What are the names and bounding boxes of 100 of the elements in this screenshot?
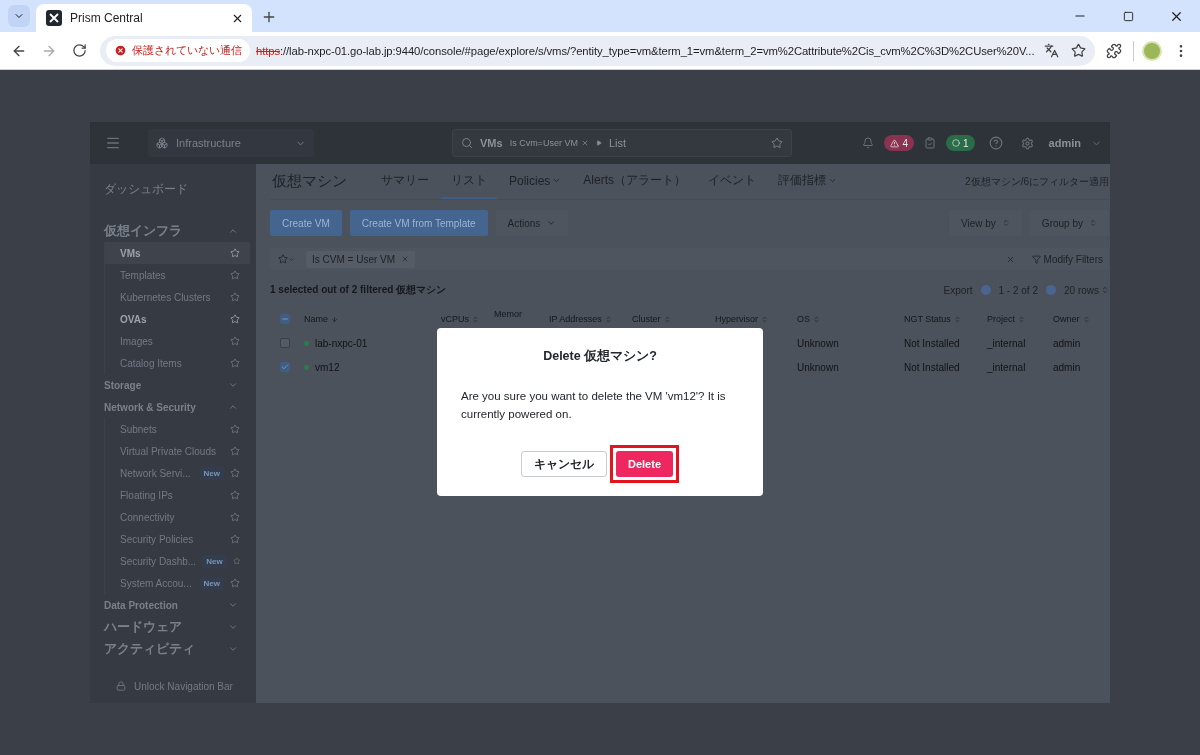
triangle-icon <box>595 140 602 146</box>
column-header[interactable]: Name <box>304 314 338 324</box>
delete-button[interactable]: Delete <box>616 451 673 477</box>
sidebar-item[interactable]: Kubernetes Clusters <box>105 286 250 308</box>
next-page-button[interactable] <box>1046 285 1056 295</box>
row-checkbox[interactable] <box>280 338 290 348</box>
star-icon[interactable] <box>230 424 240 434</box>
star-icon[interactable] <box>230 534 240 544</box>
chevron-down-icon <box>228 600 238 610</box>
caret-icon <box>828 176 838 185</box>
sidebar-section[interactable]: ハードウェア <box>104 616 250 638</box>
cancel-button[interactable]: キャンセル <box>521 451 607 477</box>
star-icon[interactable] <box>230 270 240 280</box>
sidebar-section[interactable]: Storage <box>104 374 250 396</box>
column-header[interactable]: vCPUs <box>441 314 479 324</box>
select-all-checkbox[interactable] <box>280 314 290 324</box>
search-bar[interactable]: VMs Is Cvm=User VM List <box>452 129 792 157</box>
table-cell: _internal <box>987 337 1026 349</box>
vm-name-link[interactable]: vm12 <box>315 361 340 373</box>
star-icon <box>277 254 288 264</box>
sidebar-section[interactable]: アクティビティ <box>104 638 250 660</box>
star-icon[interactable] <box>230 512 240 522</box>
sidebar-item[interactable]: Security Dashb... New <box>105 550 250 572</box>
circle-icon <box>952 139 961 147</box>
sort-icon <box>761 315 768 323</box>
dialog-message: Are you sure you want to delete the VM 'vm12'? It is currently powered on. <box>461 389 727 422</box>
star-icon[interactable] <box>230 292 240 302</box>
toolbar-button[interactable]: Create VM from Template <box>349 210 488 236</box>
sort-icon <box>1082 315 1090 323</box>
sidebar-item[interactable]: Subnets <box>105 418 250 440</box>
prev-page-button[interactable] <box>980 285 991 295</box>
table-cell: admin <box>1053 337 1081 349</box>
star-icon[interactable] <box>232 556 240 566</box>
sort-icon <box>604 315 612 323</box>
sidebar-item[interactable]: OVAs <box>105 308 250 330</box>
user-menu[interactable]: admin <box>1048 137 1081 149</box>
star-icon[interactable] <box>230 490 240 500</box>
profile-avatar[interactable] <box>1142 40 1162 61</box>
browser-tab[interactable]: Prism Central <box>36 4 252 32</box>
sidebar-item[interactable]: Security Policies <box>105 528 250 550</box>
sidebar-item[interactable]: Floating IPs <box>105 484 250 506</box>
column-header[interactable]: Project <box>987 314 1025 324</box>
row-checkbox[interactable] <box>280 362 290 372</box>
app-logo-icon <box>46 10 62 26</box>
menu-icon <box>105 135 121 151</box>
sort-icon <box>1018 315 1025 323</box>
clipboard-icon <box>924 137 937 149</box>
reload-icon <box>71 43 87 58</box>
modify-filters-button[interactable]: Modify Filters <box>1031 253 1103 265</box>
star-icon[interactable] <box>230 468 240 478</box>
sort-icon <box>953 315 961 323</box>
view-label: List <box>608 137 626 149</box>
chevron-down-icon <box>228 380 238 390</box>
sidebar-section[interactable]: 仮想インフラ <box>104 220 250 242</box>
tab-list-button[interactable] <box>8 5 30 27</box>
caret-icon <box>552 176 562 185</box>
column-header[interactable]: Memor <box>494 309 522 319</box>
security-warning[interactable]: 保護されていない通信 <box>106 39 250 62</box>
toolbar-button[interactable]: Create VM <box>270 210 342 236</box>
vm-name-link[interactable]: lab-nxpc-01 <box>315 337 368 349</box>
sidebar-item[interactable]: Network Servi... New <box>105 462 250 484</box>
table-cell: Unknown <box>797 337 839 349</box>
sort-icon <box>472 315 479 323</box>
table-cell: Not Installed <box>904 361 960 373</box>
context-dropdown[interactable]: Infrastructure <box>148 129 314 157</box>
alerts-count[interactable]: 4 <box>884 135 915 151</box>
minus-icon <box>281 315 289 323</box>
error-icon <box>114 44 127 57</box>
caret-icon <box>287 255 295 263</box>
star-icon[interactable] <box>230 248 240 258</box>
check-icon <box>281 363 289 371</box>
caret-icon <box>546 218 557 228</box>
sidebar-item[interactable]: ダッシュボード <box>104 178 250 200</box>
filter-icon <box>1031 254 1041 264</box>
sidebar-section[interactable]: Network & Security <box>104 396 250 418</box>
tasks-count[interactable]: 1 <box>946 135 975 151</box>
help-icon <box>988 136 1003 150</box>
sidebar-item[interactable]: Images <box>105 330 250 352</box>
url-text[interactable]: https://lab-nxpc-01.go-lab.jp:9440/console/#page/explore/s/vms/?entity_type=vm&term_1=vm&term_2=vm%2Cattribute%2Cis_cvm%2C%3D%2CUser%20V... <box>256 44 1035 57</box>
star-icon[interactable] <box>771 137 783 149</box>
chevron-down-icon <box>228 622 238 632</box>
close-icon <box>1006 254 1016 264</box>
search-icon <box>461 137 473 149</box>
chevron-up-icon <box>228 226 238 236</box>
star-icon[interactable] <box>230 446 240 456</box>
sidebar-item[interactable]: Catalog Items <box>105 352 250 374</box>
sidebar-item[interactable]: Connectivity <box>105 506 250 528</box>
filter-chip[interactable]: Is Cvm=User VM <box>509 138 589 148</box>
star-icon[interactable] <box>230 578 240 588</box>
sidebar-section[interactable]: Data Protection <box>104 594 250 616</box>
sort-icon <box>663 315 671 323</box>
star-icon[interactable] <box>230 336 240 346</box>
sidebar-item[interactable]: Virtual Private Clouds <box>105 440 250 462</box>
sidebar-item[interactable]: VMs <box>105 242 250 264</box>
sidebar-item[interactable]: Templates <box>105 264 250 286</box>
unlock-nav-button[interactable]: Unlock Navigation Bar <box>104 669 250 703</box>
sidebar-item[interactable]: System Accou... New <box>105 572 250 594</box>
maximize-icon <box>1122 10 1134 22</box>
star-icon[interactable] <box>230 358 240 368</box>
star-icon[interactable] <box>230 314 240 324</box>
